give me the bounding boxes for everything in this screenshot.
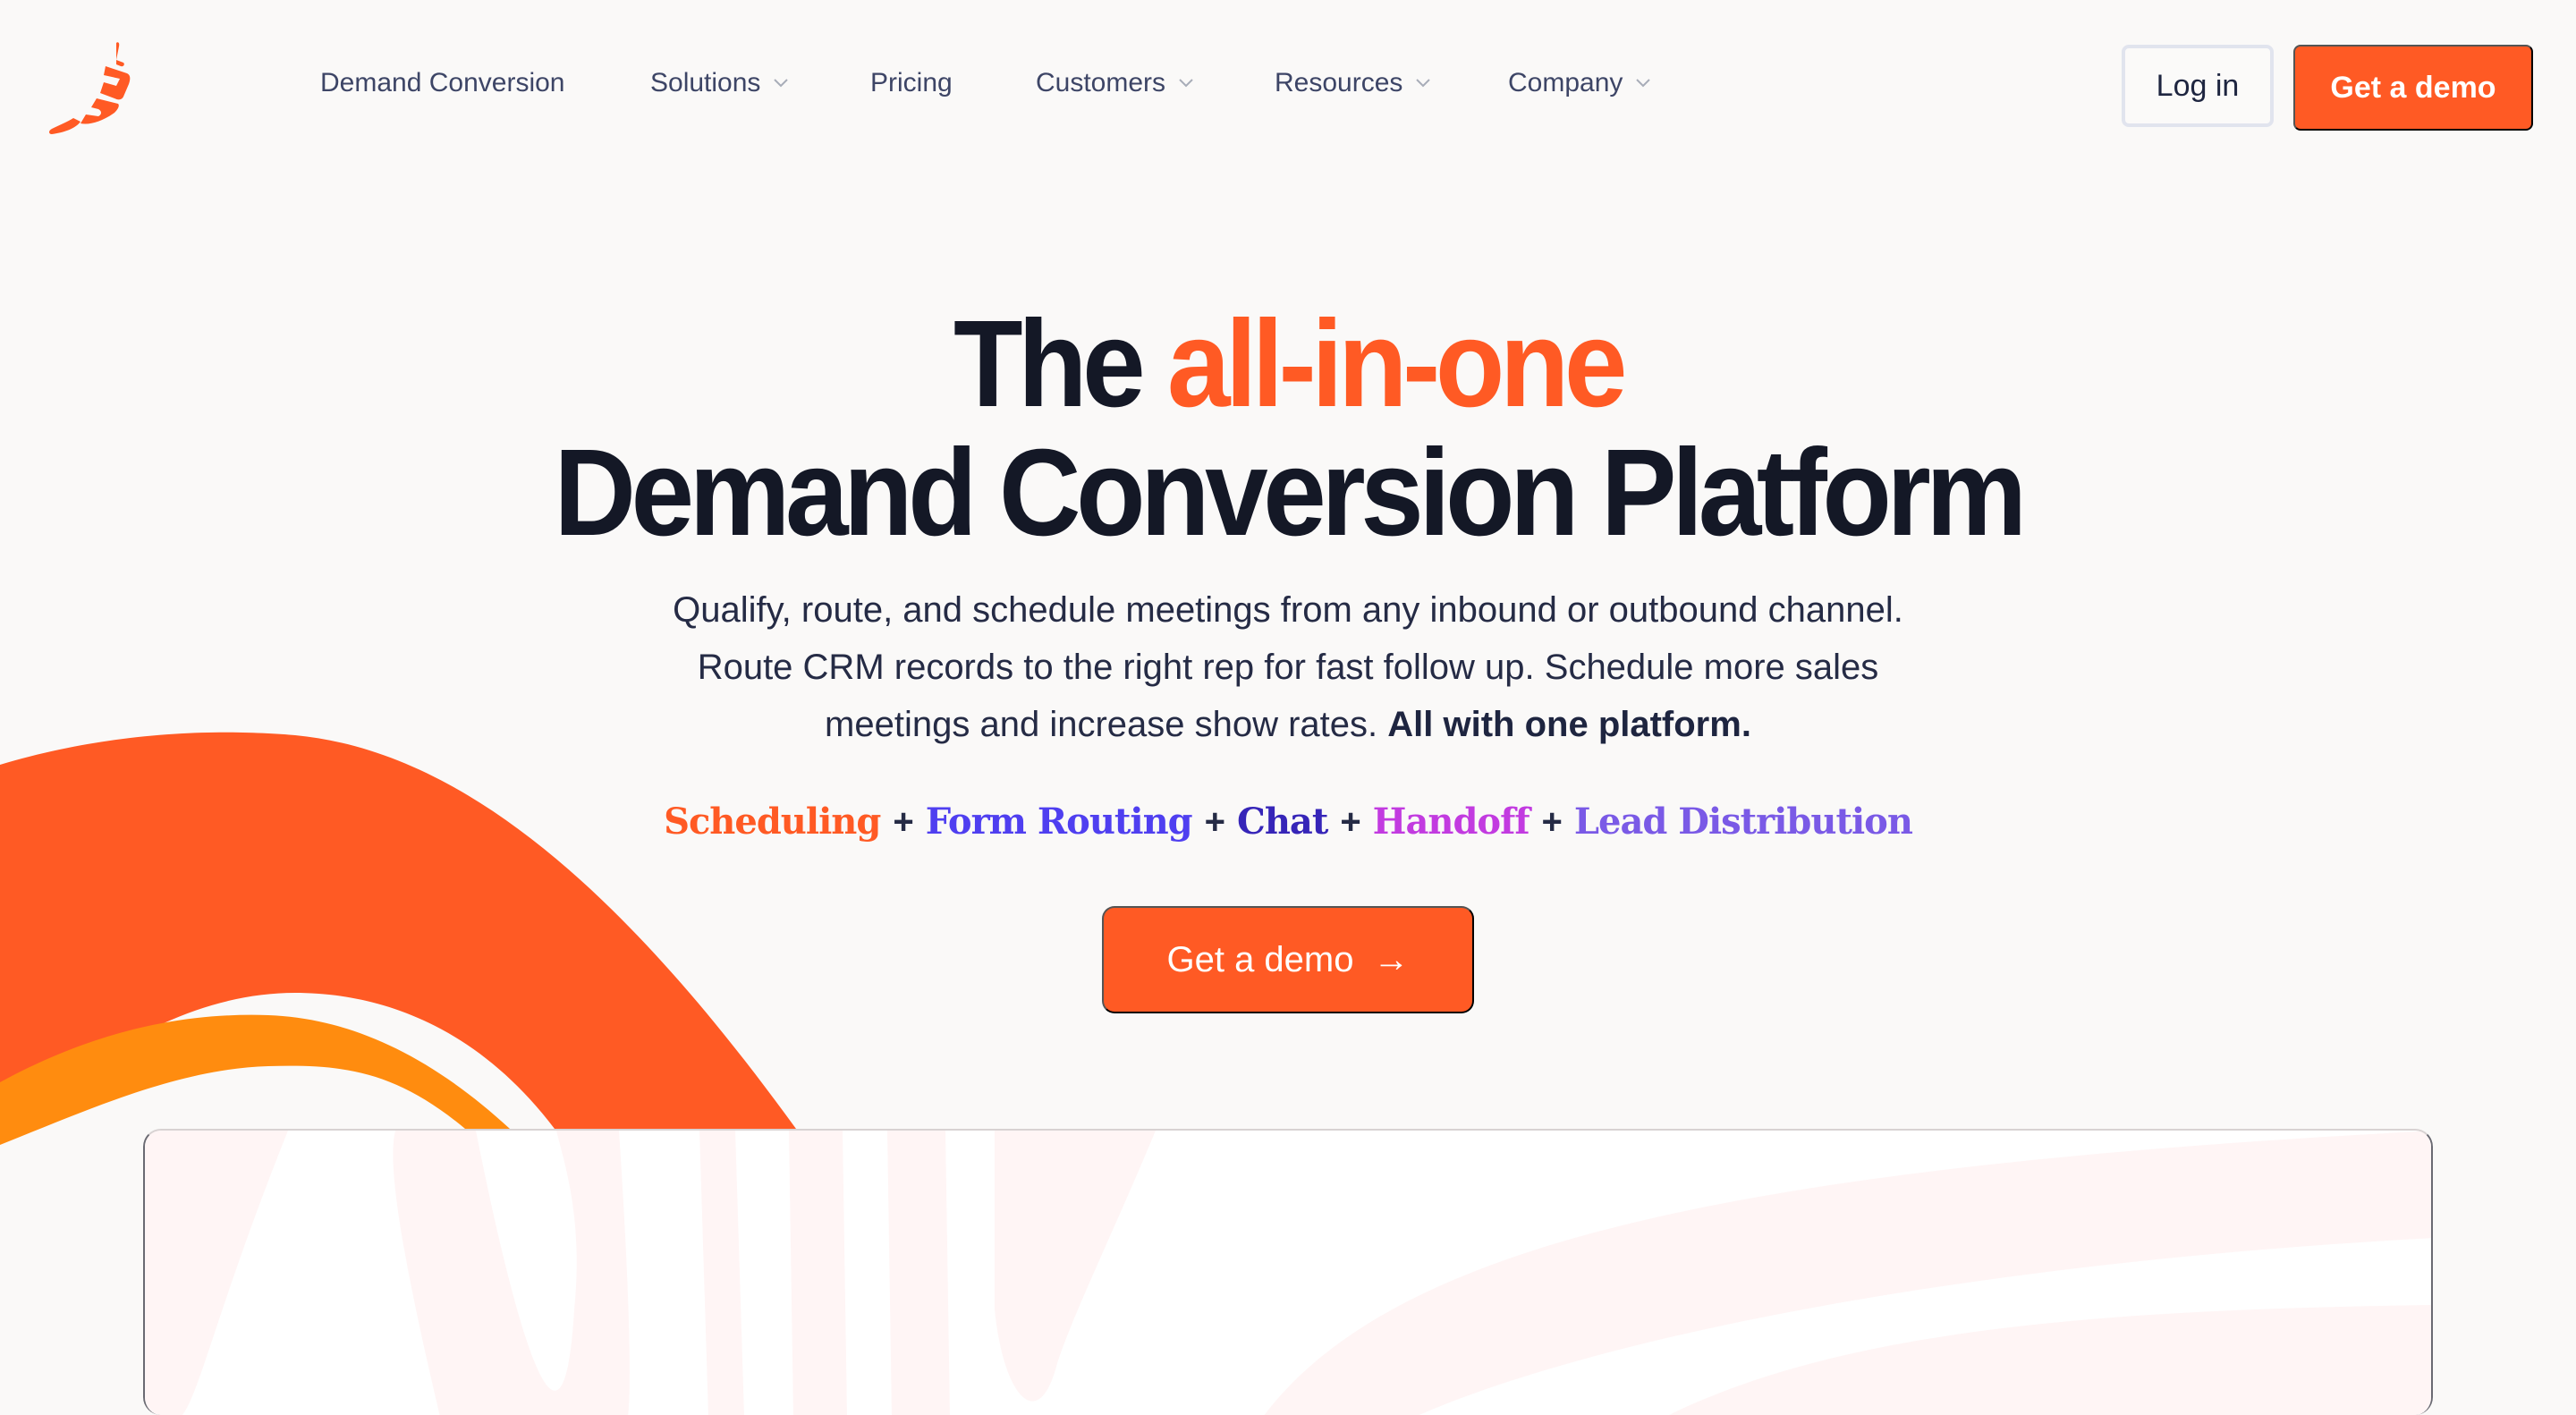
login-button[interactable]: Log in xyxy=(2122,45,2274,127)
feature-chat: Chat xyxy=(1237,801,1328,843)
chevron-down-icon xyxy=(1636,79,1651,88)
feature-handoff: Handoff xyxy=(1372,801,1530,843)
card-background-pattern xyxy=(145,1131,2431,1415)
hero-title-accent: all-in-one xyxy=(1166,295,1628,433)
feature-lead-distribution: Lead Distribution xyxy=(1573,801,1913,843)
nav-item-label: Resources xyxy=(1275,68,1403,97)
hero-title-prefix: The xyxy=(953,295,1167,433)
product-preview-card xyxy=(143,1129,2433,1415)
nav-item-label: Demand Conversion xyxy=(320,68,565,97)
get-demo-header-button[interactable]: Get a demo xyxy=(2293,45,2533,131)
hero-subtitle-text: meetings and increase show rates. xyxy=(825,705,1388,744)
nav-item-company[interactable]: Company xyxy=(1508,68,1651,98)
nav-item-demand-conversion[interactable]: Demand Conversion xyxy=(320,68,564,98)
hero-title-line2: Demand Conversion Platform xyxy=(554,424,2027,562)
plus-separator: + xyxy=(1204,802,1225,842)
nav-item-label: Pricing xyxy=(870,68,953,97)
nav-item-label: Solutions xyxy=(650,68,761,97)
plus-separator: + xyxy=(1340,802,1360,842)
nav-item-pricing[interactable]: Pricing xyxy=(870,68,953,98)
get-demo-cta-button[interactable]: Get a demo → xyxy=(1102,906,1474,1013)
nav-item-resources[interactable]: Resources xyxy=(1275,68,1431,98)
plus-separator: + xyxy=(1541,802,1563,842)
logo-link[interactable] xyxy=(45,38,134,136)
chevron-down-icon xyxy=(1416,79,1431,88)
hero-title-line1: The all-in-one xyxy=(103,302,2473,426)
chili-pepper-logo-icon xyxy=(49,42,131,134)
chevron-down-icon xyxy=(1179,79,1193,88)
nav-item-solutions[interactable]: Solutions xyxy=(650,68,789,98)
hero-subtitle-bold: All with one platform. xyxy=(1387,705,1751,744)
nav-item-customers[interactable]: Customers xyxy=(1036,68,1194,98)
site-header: Demand Conversion Solutions Pricing Cust… xyxy=(0,0,2576,179)
cta-label: Get a demo xyxy=(1166,939,1354,979)
hero-subtitle-line3: meetings and increase show rates. All wi… xyxy=(0,696,2576,753)
chevron-down-icon xyxy=(774,79,789,88)
arrow-right-icon: → xyxy=(1373,939,1410,979)
feature-form-routing: Form Routing xyxy=(925,801,1193,843)
hero-subtitle-line1: Qualify, route, and schedule meetings fr… xyxy=(673,590,1903,630)
feature-list: Scheduling + Form Routing + Chat + Handoff + Lea… xyxy=(0,801,2576,843)
hero-subtitle-line2: Route CRM records to the right rep for f… xyxy=(697,648,1879,687)
plus-separator: + xyxy=(893,802,913,842)
feature-scheduling: Scheduling xyxy=(664,801,881,843)
nav-item-label: Customers xyxy=(1036,68,1166,97)
nav-item-label: Company xyxy=(1508,68,1623,97)
